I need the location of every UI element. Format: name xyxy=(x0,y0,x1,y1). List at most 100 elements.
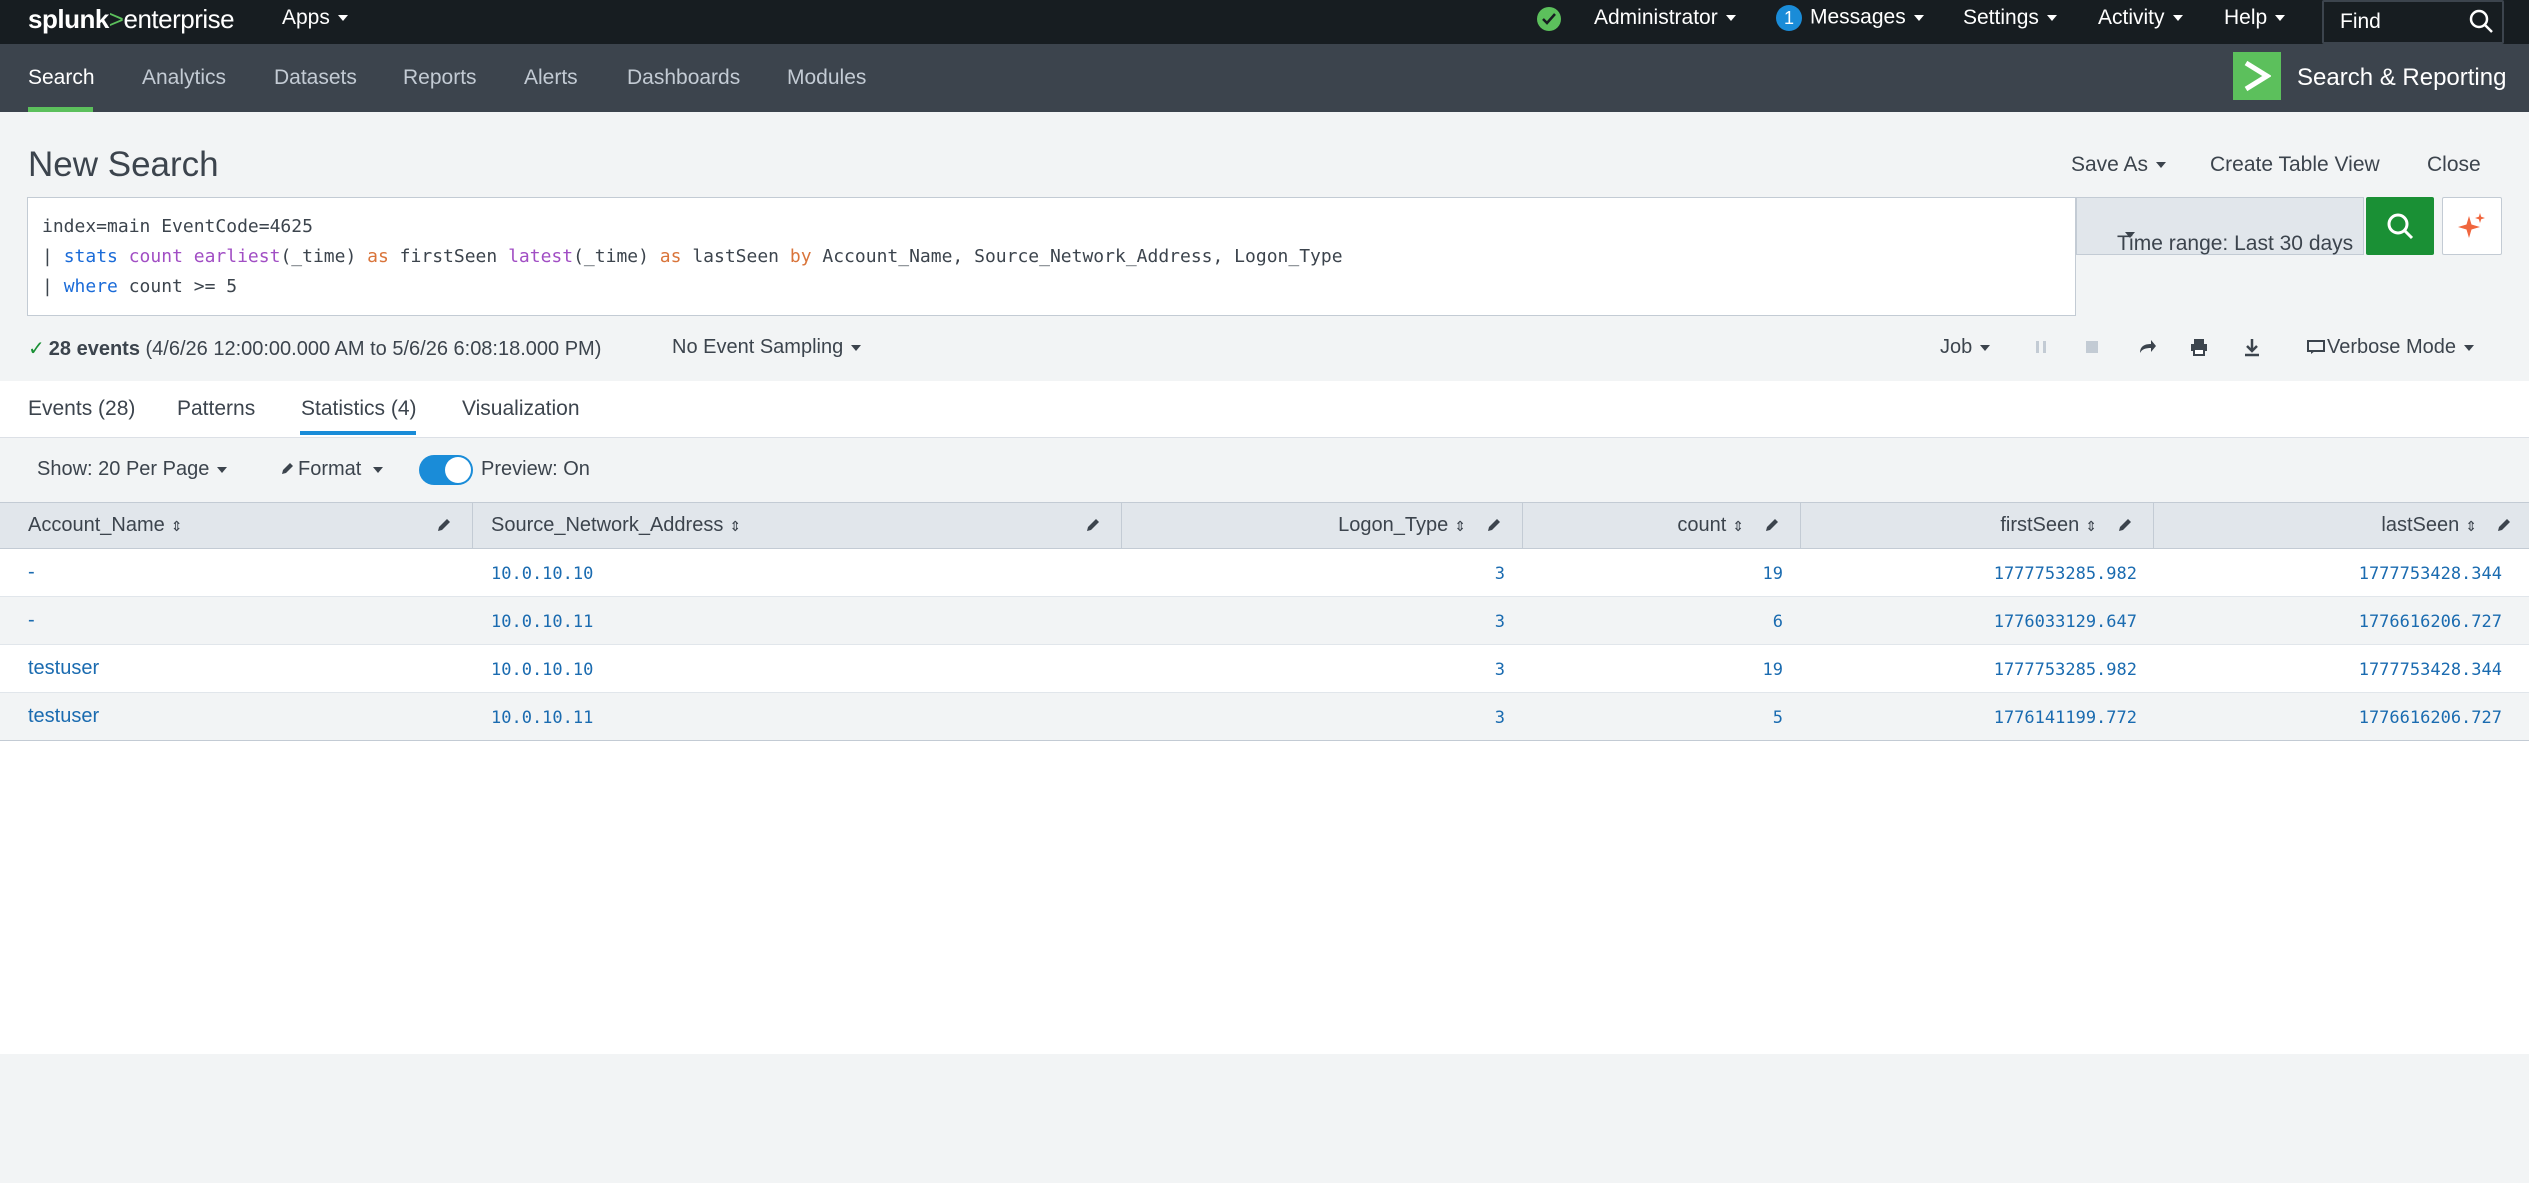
user-menu[interactable]: Administrator xyxy=(1594,6,1736,30)
active-nav-indicator xyxy=(28,107,93,112)
column-header-logon-type[interactable]: Logon_Type ⇕ xyxy=(1122,503,1523,548)
find-input[interactable]: Find xyxy=(2322,0,2504,44)
search-mode-dropdown[interactable]: Verbose Mode xyxy=(2307,336,2474,359)
export-icon[interactable] xyxy=(2242,337,2262,357)
format-label: Format xyxy=(298,458,362,480)
cell-account-name[interactable]: testuser xyxy=(28,705,99,728)
tab-patterns[interactable]: Patterns xyxy=(177,397,255,421)
pencil-icon[interactable] xyxy=(1085,517,1101,533)
cell-first-seen[interactable]: 1776141199.772 xyxy=(1994,708,2137,728)
column-header-last-seen[interactable]: lastSeen ⇕ xyxy=(2154,503,2529,548)
cell-logon-type[interactable]: 3 xyxy=(1495,612,1505,632)
search-icon[interactable] xyxy=(2468,8,2494,34)
help-menu[interactable]: Help xyxy=(2224,6,2286,30)
sort-icon[interactable]: ⇕ xyxy=(1732,518,1744,534)
per-page-dropdown[interactable]: Show: 20 Per Page xyxy=(37,458,228,481)
find-placeholder: Find xyxy=(2340,10,2381,33)
cell-source-address[interactable]: 10.0.10.10 xyxy=(491,660,593,680)
job-menu[interactable]: Job xyxy=(1940,336,1991,359)
preview-toggle[interactable] xyxy=(419,455,473,485)
nav-search[interactable]: Search xyxy=(28,66,95,90)
cell-count[interactable]: 5 xyxy=(1773,708,1783,728)
nav-dashboards[interactable]: Dashboards xyxy=(627,66,740,90)
apps-menu[interactable]: Apps xyxy=(282,6,348,30)
nav-reports[interactable]: Reports xyxy=(403,66,477,90)
column-label: firstSeen xyxy=(2000,514,2080,536)
tab-visualization[interactable]: Visualization xyxy=(462,397,580,421)
nav-modules[interactable]: Modules xyxy=(787,66,866,90)
sort-icon[interactable]: ⇕ xyxy=(2465,518,2477,534)
time-range-picker[interactable]: Time range: Last 30 days xyxy=(2076,197,2364,255)
settings-menu[interactable]: Settings xyxy=(1963,6,2057,30)
cell-last-seen[interactable]: 1777753428.344 xyxy=(2359,564,2502,584)
where-clause: count >= 5 xyxy=(117,276,238,297)
app-logo-icon[interactable] xyxy=(2233,52,2281,100)
tab-events[interactable]: Events (28) xyxy=(28,397,135,421)
cell-count[interactable]: 19 xyxy=(1763,660,1783,680)
app-name[interactable]: Search & Reporting xyxy=(2297,64,2506,92)
column-header-source-network-address[interactable]: Source_Network_Address ⇕ xyxy=(473,503,1122,548)
create-table-view-button[interactable]: Create Table View xyxy=(2210,153,2380,177)
cell-source-address[interactable]: 10.0.10.11 xyxy=(491,708,593,728)
print-icon[interactable] xyxy=(2189,337,2209,357)
preview-label: Preview: On xyxy=(481,458,590,480)
pencil-icon[interactable] xyxy=(436,517,452,533)
sort-icon[interactable]: ⇕ xyxy=(1454,518,1466,534)
cell-source-address[interactable]: 10.0.10.11 xyxy=(491,612,593,632)
chevron-down-icon xyxy=(2046,15,2057,22)
activity-menu[interactable]: Activity xyxy=(2098,6,2183,30)
search-query-editor[interactable]: index=main EventCode=4625 | stats count … xyxy=(27,197,2076,316)
cell-logon-type[interactable]: 3 xyxy=(1495,564,1505,584)
messages-menu[interactable]: 1 Messages xyxy=(1776,5,1924,31)
stop-icon[interactable] xyxy=(2084,337,2100,357)
pencil-icon[interactable] xyxy=(2496,517,2512,533)
sort-icon[interactable]: ⇕ xyxy=(171,518,183,534)
by-fields: Account_Name, Source_Network_Address, Lo… xyxy=(811,246,1343,267)
nav-datasets[interactable]: Datasets xyxy=(274,66,357,90)
cell-account-name[interactable]: - xyxy=(28,561,35,584)
cell-source-address[interactable]: 10.0.10.10 xyxy=(491,564,593,584)
cell-last-seen[interactable]: 1776616206.727 xyxy=(2359,612,2502,632)
cell-last-seen[interactable]: 1776616206.727 xyxy=(2359,708,2502,728)
column-header-first-seen[interactable]: firstSeen ⇕ xyxy=(1801,503,2154,548)
save-as-button[interactable]: Save As xyxy=(2071,153,2167,177)
splunk-logo[interactable]: splunk>enterprise xyxy=(28,4,235,35)
function-earliest: earliest xyxy=(193,246,281,267)
pencil-icon[interactable] xyxy=(2117,517,2133,533)
column-header-account-name[interactable]: Account_Name ⇕ xyxy=(0,503,473,548)
format-dropdown[interactable]: Format xyxy=(280,458,384,481)
nav-alerts[interactable]: Alerts xyxy=(524,66,578,90)
tab-statistics[interactable]: Statistics (4) xyxy=(301,397,417,421)
cell-account-name[interactable]: - xyxy=(28,609,35,632)
nav-analytics[interactable]: Analytics xyxy=(142,66,226,90)
pencil-icon xyxy=(282,463,293,474)
pause-icon[interactable] xyxy=(2034,337,2048,357)
chevron-down-icon xyxy=(1913,15,1924,21)
pencil-icon[interactable] xyxy=(1764,517,1780,533)
cell-logon-type[interactable]: 3 xyxy=(1495,708,1505,728)
cell-first-seen[interactable]: 1776033129.647 xyxy=(1994,612,2137,632)
arg: (_time) xyxy=(280,246,368,267)
apps-label: Apps xyxy=(282,6,330,29)
close-button[interactable]: Close xyxy=(2427,153,2481,177)
ai-assistant-button[interactable] xyxy=(2442,197,2502,255)
sort-icon[interactable]: ⇕ xyxy=(729,518,741,534)
cell-account-name[interactable]: testuser xyxy=(28,657,99,680)
keyword-by: by xyxy=(789,246,812,267)
cell-first-seen[interactable]: 1777753285.982 xyxy=(1994,660,2137,680)
cell-logon-type[interactable]: 3 xyxy=(1495,660,1505,680)
cell-last-seen[interactable]: 1777753428.344 xyxy=(2359,660,2502,680)
cell-count[interactable]: 19 xyxy=(1763,564,1783,584)
function-count: count xyxy=(128,246,183,267)
health-ok-icon[interactable] xyxy=(1537,7,1561,31)
share-icon[interactable] xyxy=(2137,337,2157,357)
run-search-button[interactable] xyxy=(2366,197,2434,255)
pencil-icon[interactable] xyxy=(1486,517,1502,533)
chevron-down-icon xyxy=(1980,344,1991,351)
cell-count[interactable]: 6 xyxy=(1773,612,1783,632)
sort-icon[interactable]: ⇕ xyxy=(2085,518,2097,534)
column-header-count[interactable]: count ⇕ xyxy=(1523,503,1801,548)
event-sampling-dropdown[interactable]: No Event Sampling xyxy=(672,336,862,359)
cell-first-seen[interactable]: 1777753285.982 xyxy=(1994,564,2137,584)
time-range-label: Time range: Last 30 days xyxy=(2117,232,2354,255)
